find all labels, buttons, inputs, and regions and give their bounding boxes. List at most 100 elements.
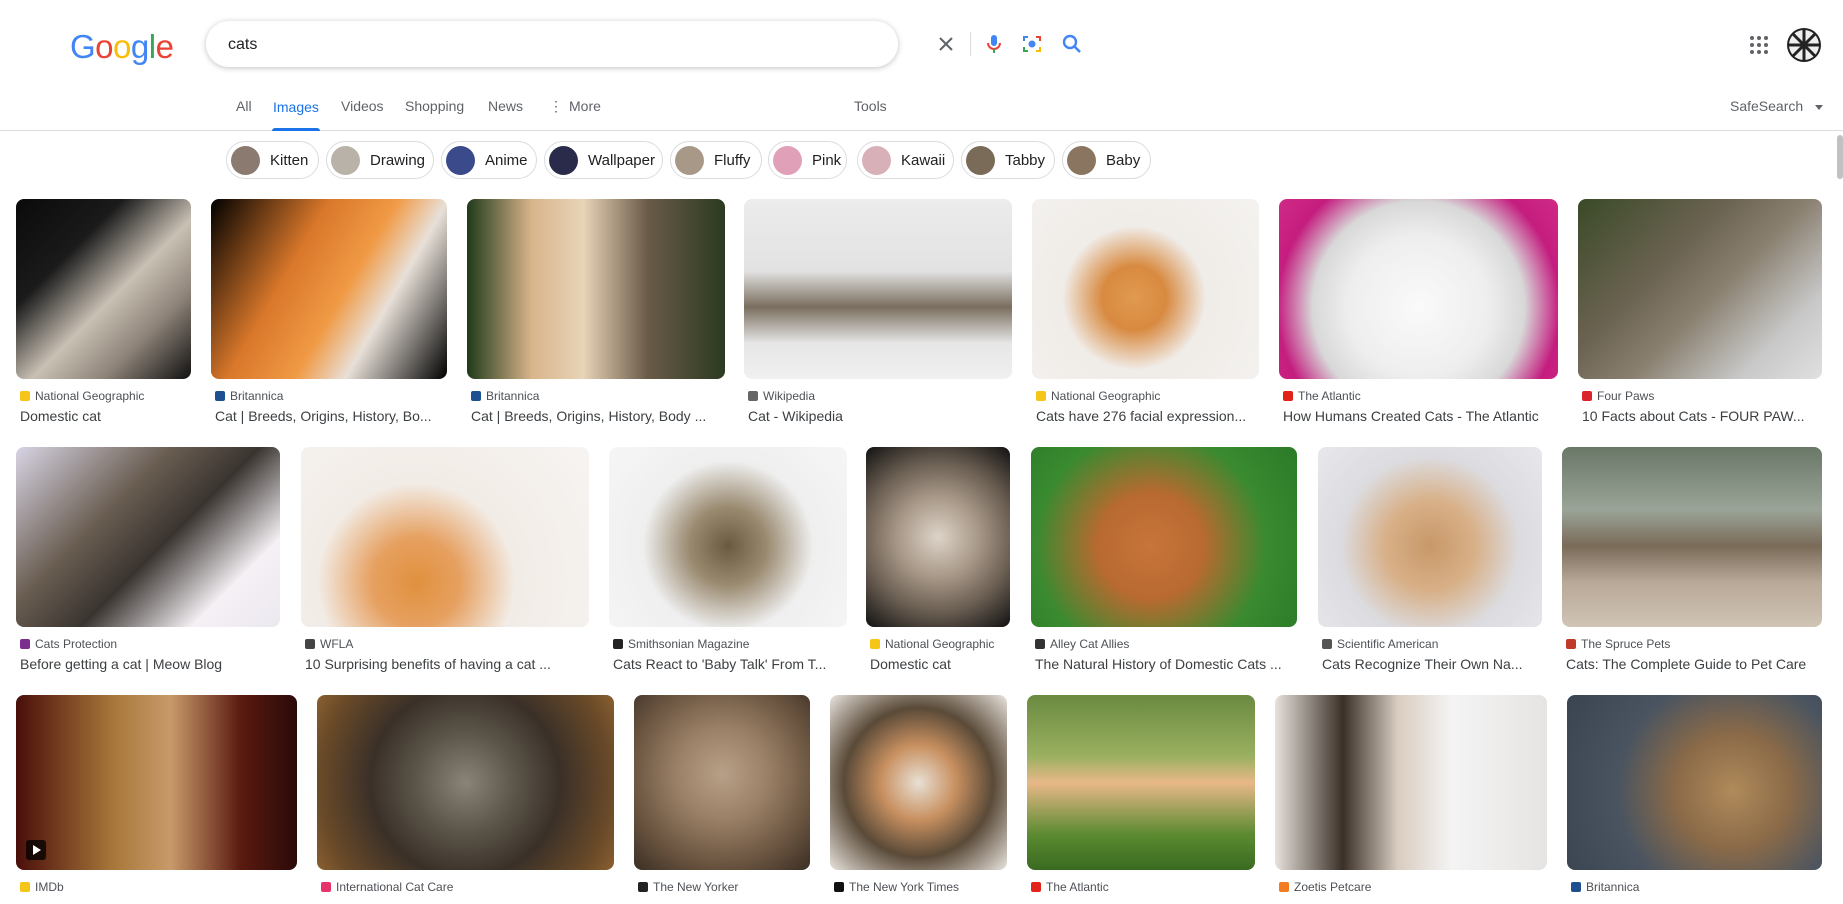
result-source[interactable]: Britannica [1571, 880, 1639, 894]
result-source[interactable]: National Geographic [1036, 389, 1160, 403]
clear-icon[interactable] [934, 32, 958, 56]
result-source[interactable]: IMDb [20, 880, 64, 894]
avatar[interactable] [1787, 28, 1821, 62]
microphone-icon[interactable] [982, 32, 1006, 56]
result-source[interactable]: Britannica [215, 389, 283, 403]
result-title[interactable]: Domestic cat [870, 656, 1010, 672]
result-title[interactable]: Cat - Wikipedia [748, 408, 1012, 424]
result-title[interactable]: Cat | Breeds, Origins, History, Bo... [215, 408, 447, 424]
chip-tabby[interactable]: Tabby [961, 141, 1055, 179]
result-title[interactable]: Domestic cat [20, 408, 191, 424]
chip-label: Drawing [370, 151, 426, 169]
result-title[interactable]: Cats Recognize Their Own Na... [1322, 656, 1542, 672]
favicon-icon [870, 639, 880, 649]
result-thumbnail[interactable] [1032, 199, 1259, 379]
result-source-label: Scientific American [1337, 637, 1439, 651]
result-thumbnail[interactable] [1279, 199, 1558, 379]
chip-kawaii[interactable]: Kawaii [857, 141, 954, 179]
result-source[interactable]: National Geographic [20, 389, 144, 403]
result-source[interactable]: Britannica [471, 389, 539, 403]
result-source[interactable]: The Spruce Pets [1566, 637, 1670, 651]
result-title[interactable]: Before getting a cat | Meow Blog [20, 656, 280, 672]
result-thumbnail[interactable] [1567, 695, 1822, 870]
chip-baby[interactable]: Baby [1062, 141, 1151, 179]
result-source[interactable]: The Atlantic [1031, 880, 1109, 894]
result-source[interactable]: Alley Cat Allies [1035, 637, 1129, 651]
result-title[interactable]: 10 Facts about Cats - FOUR PAW... [1582, 408, 1822, 424]
search-icon[interactable] [1060, 32, 1084, 56]
tab-news[interactable]: News [488, 98, 523, 114]
result-source[interactable]: International Cat Care [321, 880, 453, 894]
chip-fluffy[interactable]: Fluffy [670, 141, 762, 179]
chip-anime[interactable]: Anime [441, 141, 537, 179]
result-title[interactable]: Cats have 276 facial expression... [1036, 408, 1259, 424]
result-source[interactable]: The Atlantic [1283, 389, 1361, 403]
tab-images[interactable]: Images [273, 99, 319, 115]
result-thumbnail[interactable] [1578, 199, 1822, 379]
chip-label: Tabby [1005, 151, 1046, 169]
result-thumbnail[interactable] [1027, 695, 1255, 870]
result-thumbnail[interactable] [1275, 695, 1547, 870]
result-source[interactable]: Zoetis Petcare [1279, 880, 1371, 894]
result-thumbnail[interactable] [16, 695, 297, 870]
result-title[interactable]: How Humans Created Cats - The Atlantic [1283, 408, 1558, 424]
chip-pink[interactable]: Pink [768, 141, 847, 179]
result-thumbnail[interactable] [1031, 447, 1297, 627]
result-title[interactable]: Cats: The Complete Guide to Pet Care [1566, 656, 1822, 672]
chip-wallpaper[interactable]: Wallpaper [544, 141, 663, 179]
result-title[interactable]: The Natural History of Domestic Cats ... [1035, 656, 1297, 672]
result-source[interactable]: WFLA [305, 637, 353, 651]
result-title[interactable]: 10 Surprising benefits of having a cat .… [305, 656, 589, 672]
result-thumbnail[interactable] [744, 199, 1012, 379]
tab-more[interactable]: ⋮ More [549, 98, 601, 115]
lens-camera-icon[interactable] [1020, 32, 1044, 56]
favicon-icon [1035, 639, 1045, 649]
scrollbar[interactable] [1837, 135, 1843, 179]
favicon-icon [1279, 882, 1289, 892]
tab-shopping[interactable]: Shopping [405, 98, 464, 114]
tools-button[interactable]: Tools [854, 98, 887, 114]
favicon-icon [321, 882, 331, 892]
search-input[interactable] [226, 21, 730, 69]
safesearch-button[interactable]: SafeSearch [1730, 98, 1824, 114]
favicon-icon [20, 639, 30, 649]
search-box[interactable] [206, 21, 1081, 69]
result-source-label: The Atlantic [1046, 880, 1109, 894]
result-source[interactable]: National Geographic [870, 637, 994, 651]
result-source[interactable]: The New Yorker [638, 880, 738, 894]
result-thumbnail[interactable] [609, 447, 847, 627]
result-source[interactable]: Four Paws [1582, 389, 1654, 403]
result-thumbnail[interactable] [866, 447, 1010, 627]
result-thumbnail[interactable] [301, 447, 589, 627]
result-thumbnail[interactable] [211, 199, 447, 379]
result-source[interactable]: Cats Protection [20, 637, 117, 651]
favicon-icon [1031, 882, 1041, 892]
result-thumbnail[interactable] [1562, 447, 1822, 627]
chip-thumbnail [549, 145, 578, 175]
result-source-label: The New York Times [849, 880, 960, 894]
chip-drawing[interactable]: Drawing [326, 141, 434, 179]
favicon-icon [20, 391, 30, 401]
favicon-icon [638, 882, 648, 892]
result-thumbnail[interactable] [467, 199, 725, 379]
result-source[interactable]: The New York Times [834, 880, 959, 894]
result-title[interactable]: Cat | Breeds, Origins, History, Body ... [471, 408, 725, 424]
chip-label: Kawaii [901, 151, 946, 169]
google-logo[interactable]: Google [70, 28, 174, 66]
tab-all[interactable]: All [236, 98, 252, 114]
result-title[interactable]: Cats React to 'Baby Talk' From T... [613, 656, 847, 672]
chip-kitten[interactable]: Kitten [226, 141, 319, 179]
result-thumbnail[interactable] [1318, 447, 1542, 627]
result-thumbnail[interactable] [16, 447, 280, 627]
result-thumbnail[interactable] [317, 695, 614, 870]
result-thumbnail[interactable] [830, 695, 1007, 870]
result-source[interactable]: Scientific American [1322, 637, 1438, 651]
result-thumbnail[interactable] [16, 199, 191, 379]
tab-videos[interactable]: Videos [341, 98, 384, 114]
result-source[interactable]: Smithsonian Magazine [613, 637, 749, 651]
favicon-icon [20, 882, 30, 892]
result-thumbnail[interactable] [634, 695, 810, 870]
apps-grid-icon[interactable] [1749, 35, 1769, 55]
chip-thumbnail [1067, 145, 1096, 175]
result-source[interactable]: Wikipedia [748, 389, 815, 403]
